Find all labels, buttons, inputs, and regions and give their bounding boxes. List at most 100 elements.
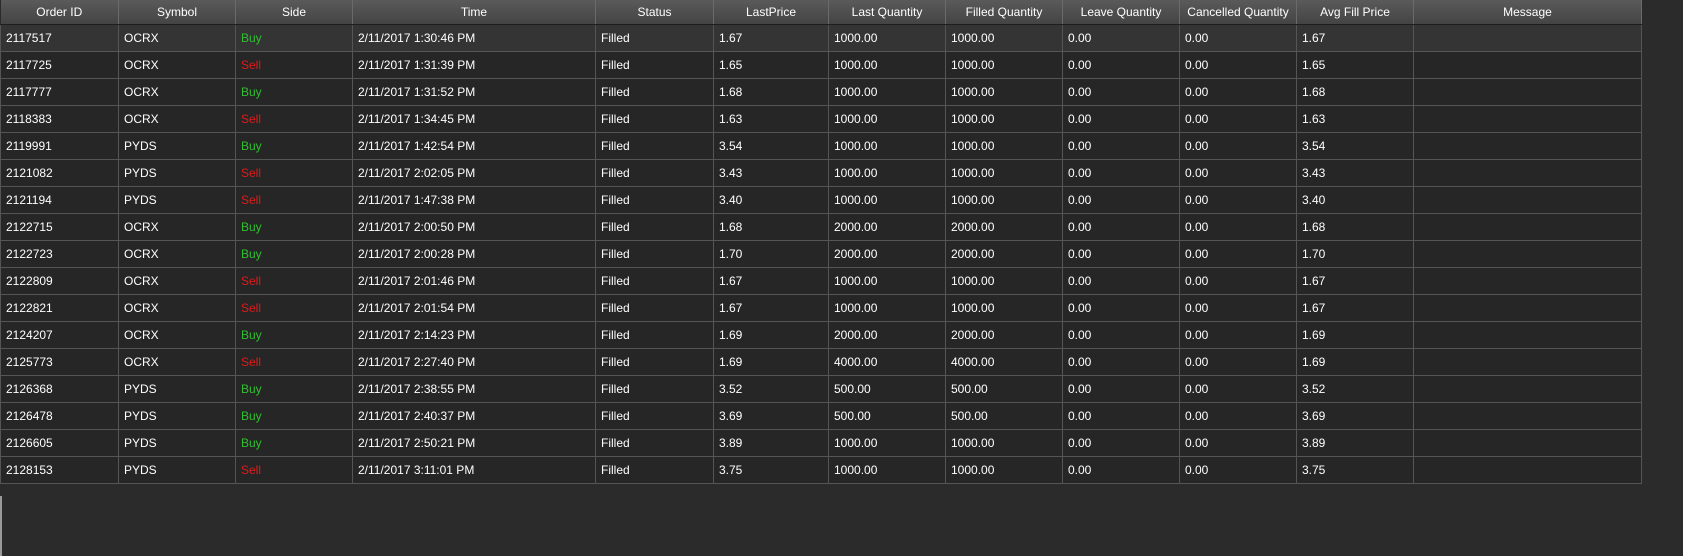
cell-status: Filled [595, 105, 714, 133]
column-header-last-quantity[interactable]: Last Quantity [828, 0, 946, 25]
cell-leave-quantity: 0.00 [1062, 159, 1180, 187]
cell-status: Filled [595, 267, 714, 295]
cell-side: Sell [235, 186, 353, 214]
table-row[interactable]: 2118383 OCRX Sell 2/11/2017 1:34:45 PM Fille… [0, 105, 1642, 133]
column-header-filled-quantity[interactable]: Filled Quantity [945, 0, 1063, 25]
cell-order-id: 2125773 [0, 348, 119, 376]
cell-filled-quantity: 2000.00 [945, 321, 1063, 349]
cell-order-id: 2122809 [0, 267, 119, 295]
cell-last-quantity: 2000.00 [828, 240, 946, 268]
cell-leave-quantity: 0.00 [1062, 51, 1180, 79]
cell-cancelled-quantity: 0.00 [1179, 78, 1297, 106]
cell-leave-quantity: 0.00 [1062, 267, 1180, 295]
table-row[interactable]: 2125773 OCRX Sell 2/11/2017 2:27:40 PM Fille… [0, 348, 1642, 376]
table-row[interactable]: 2122715 OCRX Buy 2/11/2017 2:00:50 PM Filled… [0, 213, 1642, 241]
table-row[interactable]: 2126478 PYDS Buy 2/11/2017 2:40:37 PM Filled… [0, 402, 1642, 430]
cell-message [1413, 24, 1642, 52]
cell-status: Filled [595, 348, 714, 376]
cell-status: Filled [595, 402, 714, 430]
column-header-last-price[interactable]: LastPrice [713, 0, 829, 25]
cell-last-quantity: 1000.00 [828, 51, 946, 79]
table-row[interactable]: 2119991 PYDS Buy 2/11/2017 1:42:54 PM Filled… [0, 132, 1642, 160]
cell-status: Filled [595, 321, 714, 349]
column-header-leave-quantity[interactable]: Leave Quantity [1062, 0, 1180, 25]
column-header-cancelled-quantity[interactable]: Cancelled Quantity [1179, 0, 1297, 25]
cell-last-price: 1.67 [713, 294, 829, 322]
cell-cancelled-quantity: 0.00 [1179, 402, 1297, 430]
column-header-message[interactable]: Message [1413, 0, 1642, 25]
cell-status: Filled [595, 375, 714, 403]
cell-last-price: 1.70 [713, 240, 829, 268]
cell-last-quantity: 1000.00 [828, 78, 946, 106]
cell-leave-quantity: 0.00 [1062, 402, 1180, 430]
cell-symbol: PYDS [118, 429, 236, 457]
cell-order-id: 2124207 [0, 321, 119, 349]
cell-avg-fill-price: 1.68 [1296, 213, 1414, 241]
table-row[interactable]: 2122821 OCRX Sell 2/11/2017 2:01:54 PM Fille… [0, 294, 1642, 322]
cell-leave-quantity: 0.00 [1062, 375, 1180, 403]
cell-last-price: 3.69 [713, 402, 829, 430]
table-row[interactable]: 2124207 OCRX Buy 2/11/2017 2:14:23 PM Filled… [0, 321, 1642, 349]
cell-symbol: PYDS [118, 402, 236, 430]
cell-side: Sell [235, 294, 353, 322]
cell-last-price: 1.69 [713, 321, 829, 349]
cell-cancelled-quantity: 0.00 [1179, 321, 1297, 349]
cell-order-id: 2122723 [0, 240, 119, 268]
cell-status: Filled [595, 24, 714, 52]
cell-time: 2/11/2017 2:00:50 PM [352, 213, 596, 241]
column-header-avg-fill-price[interactable]: Avg Fill Price [1296, 0, 1414, 25]
table-row[interactable]: 2122723 OCRX Buy 2/11/2017 2:00:28 PM Filled… [0, 240, 1642, 268]
cell-cancelled-quantity: 0.00 [1179, 24, 1297, 52]
table-row[interactable]: 2121082 PYDS Sell 2/11/2017 2:02:05 PM Fille… [0, 159, 1642, 187]
table-row[interactable]: 2126368 PYDS Buy 2/11/2017 2:38:55 PM Filled… [0, 375, 1642, 403]
table-row[interactable]: 2117777 OCRX Buy 2/11/2017 1:31:52 PM Filled… [0, 78, 1642, 106]
cell-cancelled-quantity: 0.00 [1179, 105, 1297, 133]
cell-status: Filled [595, 429, 714, 457]
table-row[interactable]: 2128153 PYDS Sell 2/11/2017 3:11:01 PM Fille… [0, 456, 1642, 484]
cell-side: Sell [235, 159, 353, 187]
table-row[interactable]: 2121194 PYDS Sell 2/11/2017 1:47:38 PM Fille… [0, 186, 1642, 214]
header-row: Order ID Symbol Side Time Status LastPri… [0, 0, 1642, 25]
cell-side: Buy [235, 132, 353, 160]
cell-time: 2/11/2017 2:27:40 PM [352, 348, 596, 376]
cell-last-quantity: 1000.00 [828, 294, 946, 322]
cell-leave-quantity: 0.00 [1062, 132, 1180, 160]
cell-leave-quantity: 0.00 [1062, 294, 1180, 322]
cell-symbol: OCRX [118, 348, 236, 376]
cell-filled-quantity: 2000.00 [945, 213, 1063, 241]
cell-last-price: 1.68 [713, 213, 829, 241]
cell-message [1413, 402, 1642, 430]
table-row[interactable]: 2126605 PYDS Buy 2/11/2017 2:50:21 PM Filled… [0, 429, 1642, 457]
cell-status: Filled [595, 240, 714, 268]
table-row[interactable]: 2117517 OCRX Buy 2/11/2017 1:30:46 PM Filled… [0, 24, 1642, 52]
cell-symbol: OCRX [118, 213, 236, 241]
cell-leave-quantity: 0.00 [1062, 429, 1180, 457]
cell-order-id: 2121194 [0, 186, 119, 214]
column-header-side[interactable]: Side [235, 0, 353, 25]
cell-cancelled-quantity: 0.00 [1179, 186, 1297, 214]
column-header-status[interactable]: Status [595, 0, 714, 25]
cell-cancelled-quantity: 0.00 [1179, 240, 1297, 268]
cell-last-price: 1.67 [713, 267, 829, 295]
cell-leave-quantity: 0.00 [1062, 24, 1180, 52]
cell-last-price: 1.68 [713, 78, 829, 106]
cell-symbol: OCRX [118, 240, 236, 268]
table-row[interactable]: 2122809 OCRX Sell 2/11/2017 2:01:46 PM Fille… [0, 267, 1642, 295]
column-header-symbol[interactable]: Symbol [118, 0, 236, 25]
cell-avg-fill-price: 3.43 [1296, 159, 1414, 187]
cell-symbol: PYDS [118, 186, 236, 214]
cell-status: Filled [595, 78, 714, 106]
column-header-order-id[interactable]: Order ID [0, 0, 119, 25]
cell-last-quantity: 1000.00 [828, 267, 946, 295]
cell-avg-fill-price: 1.69 [1296, 348, 1414, 376]
cell-filled-quantity: 500.00 [945, 402, 1063, 430]
table-row[interactable]: 2117725 OCRX Sell 2/11/2017 1:31:39 PM Fille… [0, 51, 1642, 79]
cell-leave-quantity: 0.00 [1062, 186, 1180, 214]
cell-order-id: 2117777 [0, 78, 119, 106]
cell-message [1413, 348, 1642, 376]
column-header-time[interactable]: Time [352, 0, 596, 25]
cell-time: 2/11/2017 2:14:23 PM [352, 321, 596, 349]
cell-cancelled-quantity: 0.00 [1179, 429, 1297, 457]
cell-side: Buy [235, 240, 353, 268]
cell-message [1413, 429, 1642, 457]
